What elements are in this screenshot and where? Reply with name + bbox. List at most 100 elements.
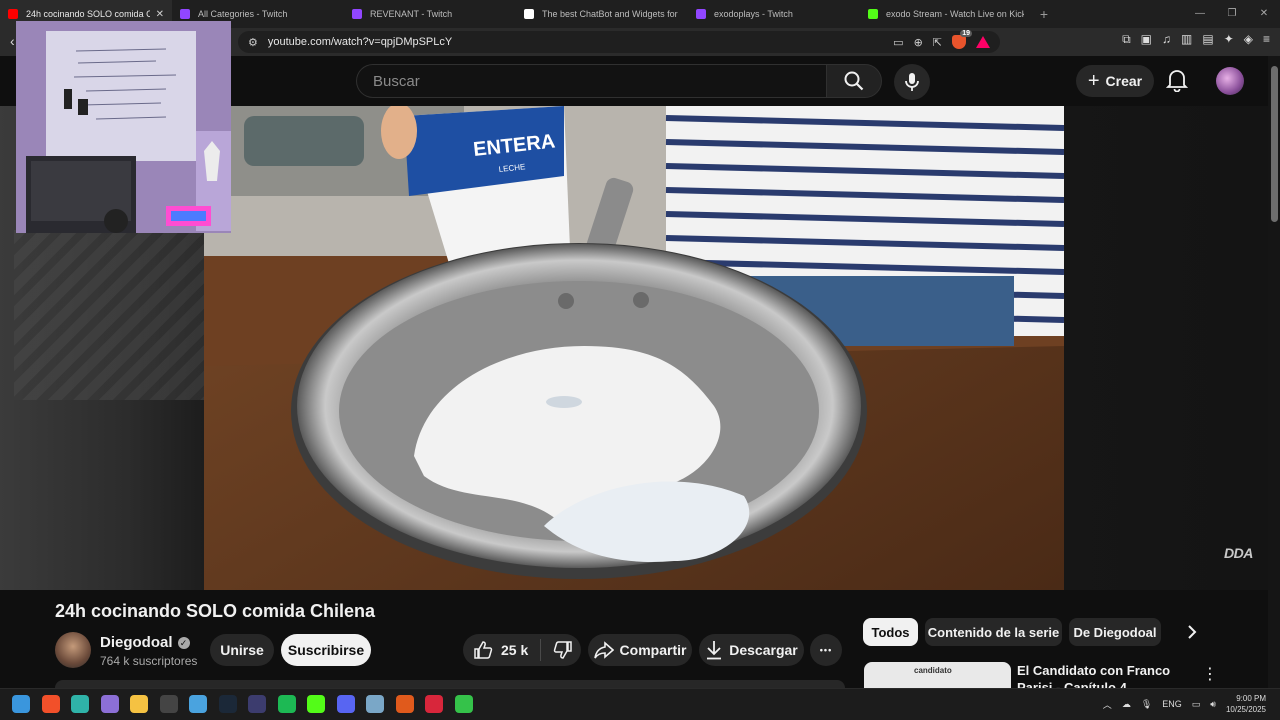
chip-all[interactable]: Todos <box>863 618 918 646</box>
url-text[interactable]: youtube.com/watch?v=qpjDMpSPLcY <box>268 36 893 48</box>
create-label: Crear <box>1105 73 1143 89</box>
share-page-icon[interactable]: ⇱ <box>933 36 942 49</box>
download-button[interactable]: Descargar <box>699 634 804 666</box>
sidebar-icon[interactable]: ▥ <box>1181 32 1192 47</box>
clock-time: 9:00 PM <box>1236 694 1266 703</box>
taskbar-discord-icon[interactable] <box>336 695 355 713</box>
channel-name-row[interactable]: Diegodoal ✓ <box>100 634 190 651</box>
search-button[interactable] <box>826 64 882 98</box>
tab-title: All Categories - Twitch <box>198 9 288 19</box>
omnibox[interactable]: ⚙ youtube.com/watch?v=qpjDMpSPLcY ▭ ⊕ ⇱ … <box>238 30 1000 53</box>
close-window-button[interactable]: ✕ <box>1248 0 1280 28</box>
restore-button[interactable]: ❐ <box>1216 0 1248 28</box>
clock[interactable]: 9:00 PM 10/25/2025 <box>1226 693 1266 715</box>
mic-icon <box>905 73 919 91</box>
brave-shield-icon[interactable]: 19 <box>952 30 972 49</box>
tray-chevron-icon[interactable]: ︿ <box>1103 698 1112 711</box>
tab-favicon-icon <box>180 9 190 19</box>
chips-next-button[interactable] <box>1184 622 1200 647</box>
tab-favicon-icon <box>524 9 534 19</box>
back-button[interactable]: ‹ <box>10 33 15 49</box>
recommendation-menu-icon[interactable]: ⋮ <box>1202 664 1218 684</box>
network-icon[interactable]: ☁ <box>1122 699 1131 710</box>
video-title: 24h cocinando SOLO comida Chilena <box>55 601 376 621</box>
taskbar-app-orange-icon[interactable] <box>395 695 414 713</box>
subscriber-count: 764 k suscriptores <box>100 654 198 668</box>
browser-tab[interactable]: REVENANT - Twitch <box>344 0 516 28</box>
taskbar-app-red-icon[interactable] <box>425 695 443 713</box>
tab-favicon-icon <box>868 9 878 19</box>
taskbar-settings-icon[interactable] <box>366 695 384 713</box>
browser-tab[interactable]: The best ChatBot and Widgets for Kick, <box>516 0 688 28</box>
ambient-artwork <box>14 230 204 400</box>
tab-title: The best ChatBot and Widgets for Kick, <box>542 9 680 19</box>
browser-tab[interactable]: exodoplays - Twitch <box>688 0 860 28</box>
display-icon[interactable]: ▭ <box>1192 699 1201 710</box>
taskbar-app-arrow-icon[interactable] <box>248 695 266 713</box>
like-dislike-group: 25 k <box>463 634 581 666</box>
new-tab-button[interactable]: + <box>1032 0 1056 28</box>
plus-icon: + <box>1087 69 1100 92</box>
download-label: Descargar <box>729 642 798 658</box>
leo-icon[interactable]: ✦ <box>1224 32 1234 47</box>
taskbar-edge-icon[interactable] <box>71 695 89 713</box>
wallet-icon[interactable]: ▤ <box>1202 32 1213 47</box>
channel-avatar[interactable] <box>55 632 91 668</box>
taskbar-app-green-icon[interactable] <box>454 695 473 713</box>
site-settings-icon[interactable]: ⚙ <box>248 36 258 49</box>
browser-tab[interactable]: exodo Stream - Watch Live on Kick <box>860 0 1032 28</box>
menu-icon[interactable]: ≡ <box>1263 32 1270 47</box>
taskbar-files-icon[interactable] <box>130 695 148 713</box>
close-tab-icon[interactable]: ✕ <box>156 9 164 20</box>
dislike-icon[interactable] <box>553 640 573 660</box>
taskbar-windows-icon[interactable] <box>12 695 30 713</box>
volume-icon[interactable]: 🔊︎ <box>1210 699 1216 710</box>
vpn-icon[interactable]: ◈ <box>1244 32 1253 47</box>
zoom-icon[interactable]: ⊕ <box>914 36 923 49</box>
video-player[interactable]: ENTERA LECHE <box>204 106 1064 590</box>
share-button[interactable]: Compartir <box>588 634 692 666</box>
user-avatar[interactable] <box>1216 67 1244 95</box>
picture-in-picture-webcam[interactable] <box>16 21 231 233</box>
taskbar-steam-icon[interactable] <box>218 695 237 713</box>
taskbar-kick-icon[interactable] <box>307 695 325 713</box>
search-input[interactable] <box>373 72 826 90</box>
cast-icon[interactable]: ▭ <box>893 36 903 49</box>
taskbar-ccleaner-icon[interactable] <box>189 695 207 713</box>
like-count[interactable]: 25 k <box>501 642 528 658</box>
extensions-icon[interactable]: ⧉ <box>1122 32 1131 47</box>
more-actions-button[interactable]: ••• <box>810 634 842 666</box>
chip-from-channel[interactable]: De Diegodoal <box>1069 618 1161 646</box>
search-box <box>356 64 826 98</box>
mic-tray-icon[interactable]: 🎙︎ <box>1141 699 1152 710</box>
music-icon[interactable]: ♫ <box>1162 32 1171 47</box>
subscribe-button[interactable]: Suscribirse <box>281 634 371 666</box>
scrollbar-thumb[interactable] <box>1271 66 1278 222</box>
notifications-button[interactable] <box>1165 68 1189 97</box>
rewards-icon[interactable] <box>976 36 990 48</box>
taskbar-obs-icon[interactable] <box>159 695 178 713</box>
tab-title: 24h cocinando SOLO comida Chi <box>26 9 150 19</box>
share-icon <box>593 641 614 659</box>
tab-title: exodo Stream - Watch Live on Kick <box>886 9 1024 19</box>
minimize-button[interactable]: — <box>1184 0 1216 28</box>
chip-series[interactable]: Contenido de la serie <box>925 618 1062 646</box>
share-label: Compartir <box>619 642 687 658</box>
join-button[interactable]: Unirse <box>210 634 274 666</box>
voice-search-button[interactable] <box>894 64 930 100</box>
shield-badge: 19 <box>960 30 972 37</box>
recommendation-title[interactable]: El Candidato con Franco Parisi - Capítul… <box>1017 662 1197 688</box>
taskbar-brave-icon[interactable] <box>41 695 60 713</box>
create-button[interactable]: + Crear <box>1076 65 1154 97</box>
search-icon <box>844 71 864 91</box>
webcam-frame <box>16 21 231 233</box>
channel-name[interactable]: Diegodoal <box>100 634 173 651</box>
window-controls: — ❐ ✕ <box>1184 0 1280 28</box>
language-indicator[interactable]: ENG <box>1162 699 1182 709</box>
tab-favicon-icon <box>8 9 18 19</box>
like-icon[interactable] <box>473 640 493 660</box>
taskbar-app-star-icon[interactable] <box>100 695 119 713</box>
screenshot-icon[interactable]: ▣ <box>1141 32 1152 47</box>
clock-date: 10/25/2025 <box>1225 705 1266 714</box>
taskbar-spotify-icon[interactable] <box>277 695 296 713</box>
